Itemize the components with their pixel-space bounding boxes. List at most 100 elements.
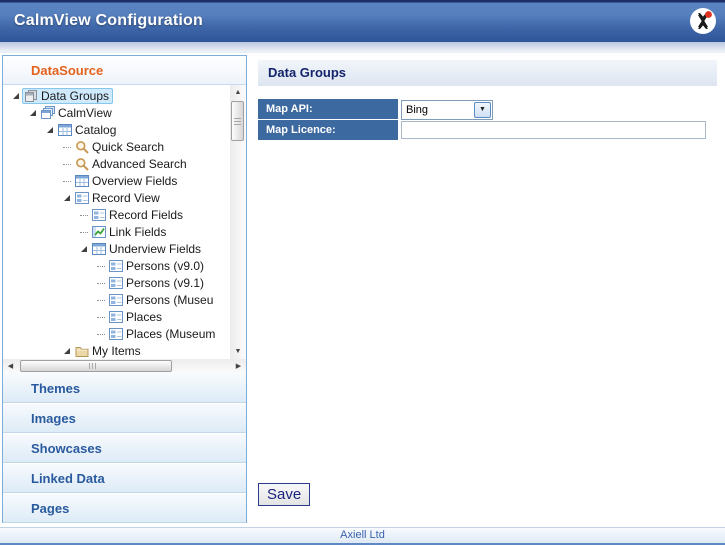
expand-arrow-icon[interactable] (60, 347, 73, 354)
footer: Axiell Ltd (0, 527, 725, 545)
scroll-down-icon[interactable]: ▼ (230, 344, 246, 359)
tree-item-label: Places (Museum (126, 326, 216, 341)
axiell-logo-icon (690, 8, 716, 34)
form-icon (75, 191, 89, 205)
tree-item[interactable]: Underview Fields (3, 240, 246, 257)
scroll-up-icon[interactable]: ▲ (230, 85, 246, 100)
form-icon (109, 327, 123, 341)
tree-item-body[interactable]: Advanced Search (73, 156, 191, 172)
map-licence-label: Map Licence: (258, 120, 398, 140)
map-api-select[interactable]: Bing ▼ (401, 99, 493, 120)
horizontal-scroll-thumb[interactable] (20, 360, 172, 372)
tree-item[interactable]: Link Fields (3, 223, 246, 240)
tree-item-label: Places (126, 309, 163, 324)
tree-item-body[interactable]: Record Fields (90, 207, 187, 223)
form-icon (109, 293, 123, 307)
form-icon (109, 259, 123, 273)
tree-item-body[interactable]: My Items (73, 343, 145, 359)
tree-item-body[interactable]: Places (Museum (107, 326, 219, 342)
settings-form: Map API: Bing ▼ Map Licence: (258, 99, 710, 140)
form-icon (109, 276, 123, 290)
tree-item-body[interactable]: CalmView (39, 105, 116, 121)
tree-connector (60, 179, 73, 182)
tree-item-body[interactable]: Record View (73, 190, 164, 206)
chevron-down-icon[interactable]: ▼ (474, 101, 491, 118)
tree-item-label: Overview Fields (92, 173, 178, 188)
expand-arrow-icon[interactable] (60, 194, 73, 201)
tree-item-body[interactable]: Underview Fields (90, 241, 205, 257)
tree-item-selected[interactable]: Data Groups (22, 87, 114, 104)
folder-icon (75, 344, 89, 358)
tree-item-body[interactable]: Persons (v9.1) (107, 275, 208, 291)
horizontal-scrollbar[interactable]: ◀ ▶ (3, 359, 246, 374)
tree-item-label: Persons (Museu (126, 292, 214, 307)
stacked-tables-icon (41, 105, 55, 120)
tree-connector (94, 281, 107, 284)
tree-item-body[interactable]: Catalog (56, 122, 120, 138)
form-icon (109, 310, 123, 324)
tree-item-label: CalmView (58, 105, 112, 120)
tree-connector (77, 230, 90, 233)
tree-item[interactable]: Overview Fields (3, 172, 246, 189)
tree-connector (94, 315, 107, 318)
tree-connector (77, 213, 90, 216)
tree-item[interactable]: Places (Museum (3, 325, 246, 342)
tree-item-label: Quick Search (92, 139, 165, 154)
scroll-left-icon[interactable]: ◀ (3, 359, 18, 374)
datasource-header[interactable]: DataSource (3, 56, 246, 85)
map-api-label: Map API: (258, 99, 398, 120)
expand-arrow-icon[interactable] (77, 245, 90, 252)
tree-item[interactable]: My Items (3, 342, 246, 359)
tree-item[interactable]: Catalog (3, 121, 246, 138)
tree-item[interactable]: Persons (v9.1) (3, 274, 246, 291)
expand-arrow-icon[interactable] (43, 126, 56, 133)
tree-connector (60, 145, 73, 148)
vertical-scrollbar[interactable]: ▲ ▼ (230, 85, 246, 359)
tree-item[interactable]: Data Groups (3, 87, 246, 104)
banner-fade (0, 42, 725, 53)
table-icon (58, 123, 72, 137)
tree-item-body[interactable]: Quick Search (73, 139, 168, 155)
map-licence-input[interactable] (401, 121, 706, 139)
datasource-panel: DataSource Data Groups CalmView Catalog Qui… (2, 55, 247, 523)
tree-item[interactable]: Persons (Museu (3, 291, 246, 308)
tree-item-body[interactable]: Persons (v9.0) (107, 258, 208, 274)
form-icon (92, 208, 106, 222)
tree-item[interactable]: Persons (v9.0) (3, 257, 246, 274)
sidebar-section-pages[interactable]: Pages (3, 494, 246, 523)
tree-item[interactable]: Record View (3, 189, 246, 206)
tree-item[interactable]: CalmView (3, 104, 246, 121)
sidebar-section-images[interactable]: Images (3, 404, 246, 433)
tree-item[interactable]: Quick Search (3, 138, 246, 155)
map-api-selected-value: Bing (406, 103, 429, 116)
tree-item-label: Advanced Search (92, 156, 187, 171)
search-icon (75, 157, 89, 171)
sidebar-section-linked-data[interactable]: Linked Data (3, 464, 246, 493)
link-chart-icon (92, 225, 106, 239)
expand-arrow-icon[interactable] (9, 92, 22, 99)
tree-item-body[interactable]: Persons (Museu (107, 292, 217, 308)
scroll-right-icon[interactable]: ▶ (231, 359, 246, 374)
accordion: Themes Images Showcases Linked Data Pages (3, 374, 246, 524)
sidebar-section-themes[interactable]: Themes (3, 374, 246, 403)
tree-item-body[interactable]: Places (107, 309, 166, 325)
tree-item-label: Underview Fields (109, 241, 202, 256)
tree-item-label: Persons (v9.0) (126, 258, 205, 273)
vertical-scroll-thumb[interactable] (231, 101, 244, 141)
tree-item-label: Link Fields (109, 224, 167, 239)
tree-item[interactable]: Record Fields (3, 206, 246, 223)
tree-item-label: Record Fields (109, 207, 184, 222)
tree-item-label: Persons (v9.1) (126, 275, 205, 290)
search-icon (75, 140, 89, 154)
expand-arrow-icon[interactable] (26, 109, 39, 116)
tree-item-body[interactable]: Link Fields (90, 224, 170, 240)
tree-item-body[interactable]: Overview Fields (73, 173, 181, 189)
tree-connector (94, 298, 107, 301)
page-title: Data Groups (258, 60, 717, 86)
tree-item[interactable]: Advanced Search (3, 155, 246, 172)
tree-item[interactable]: Places (3, 308, 246, 325)
tree-item-label: My Items (92, 343, 141, 358)
sidebar-section-showcases[interactable]: Showcases (3, 434, 246, 463)
save-button[interactable]: Save (258, 483, 311, 506)
